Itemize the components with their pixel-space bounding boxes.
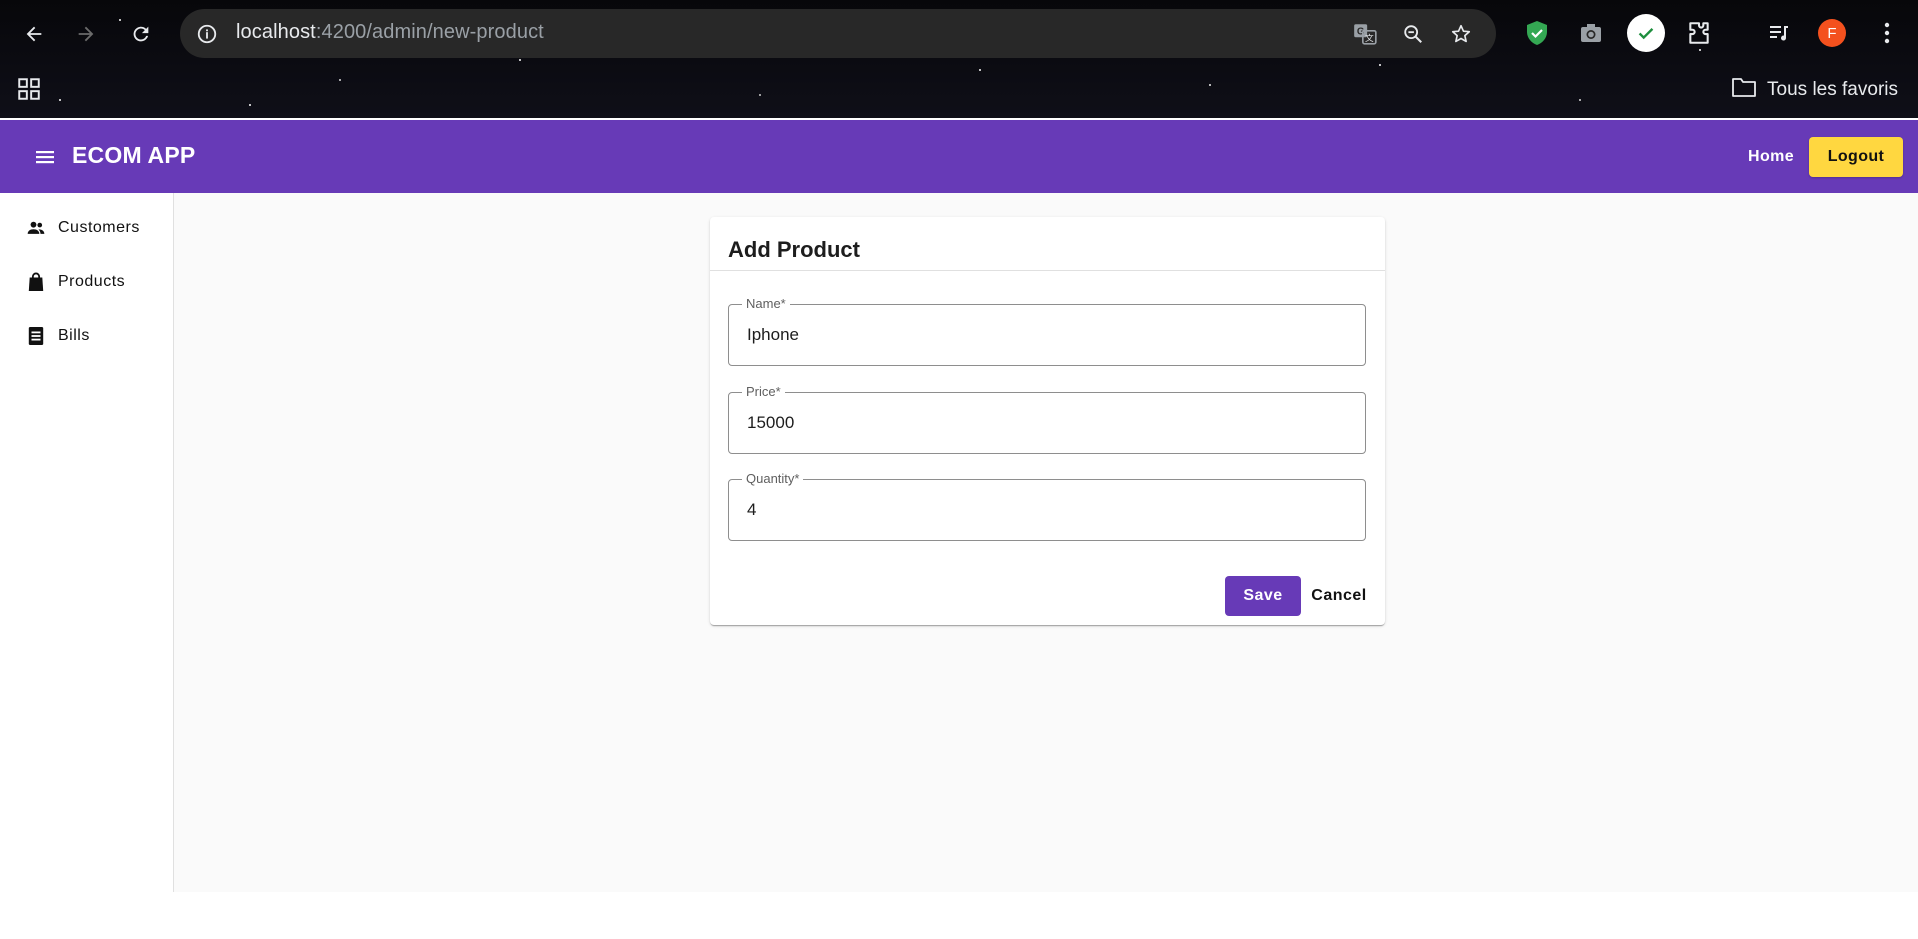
kebab-menu-icon[interactable] (1872, 18, 1902, 48)
quantity-field[interactable]: Quantity* (728, 471, 1366, 541)
menu-icon[interactable] (30, 142, 60, 172)
camera-extension-icon[interactable] (1576, 18, 1606, 48)
zoom-out-icon[interactable] (1398, 19, 1428, 49)
shopping-bag-icon (26, 272, 46, 292)
folder-icon (1731, 76, 1757, 104)
shield-extension-icon[interactable] (1522, 18, 1552, 48)
name-input[interactable] (747, 325, 1347, 345)
star-icon[interactable] (1446, 19, 1476, 49)
price-input[interactable] (747, 413, 1347, 433)
puzzle-extensions-icon[interactable] (1684, 18, 1714, 48)
bookmarks-label: Tous les favoris (1767, 79, 1898, 100)
profile-avatar[interactable]: F (1818, 19, 1846, 47)
price-field-label: Price* (742, 384, 785, 399)
sidebar-item-label: Products (58, 273, 126, 290)
back-icon[interactable] (16, 16, 52, 52)
name-field-label: Name* (742, 296, 790, 311)
card-title: Add Product (728, 237, 860, 262)
site-info-icon[interactable] (194, 21, 220, 47)
browser-chrome: localhost:4200/admin/new-product G文 F To… (0, 0, 1918, 118)
add-product-card: Add Product Name* Price* Quantity* Save … (710, 217, 1385, 625)
sidebar-item-customers[interactable]: Customers (26, 213, 140, 243)
card-divider (710, 270, 1385, 271)
home-button[interactable]: Home (1736, 138, 1806, 176)
price-field[interactable]: Price* (728, 384, 1366, 454)
save-button[interactable]: Save (1225, 576, 1301, 616)
cancel-button[interactable]: Cancel (1308, 576, 1370, 616)
forward-icon[interactable] (68, 16, 104, 52)
page-bottom-area (0, 892, 1918, 939)
app-title: ECOM APP (72, 142, 196, 168)
translate-icon[interactable]: G文 (1350, 19, 1380, 49)
app-toolbar: ECOM APP Home Logout (0, 120, 1918, 193)
people-icon (26, 218, 46, 238)
sidebar-item-bills[interactable]: Bills (26, 321, 90, 351)
media-queue-icon[interactable] (1764, 18, 1794, 48)
reload-icon[interactable] (123, 16, 159, 52)
sidebar-item-products[interactable]: Products (26, 267, 125, 297)
receipt-icon (26, 326, 46, 346)
quantity-input[interactable] (747, 500, 1347, 520)
logout-button[interactable]: Logout (1809, 137, 1903, 177)
svg-text:文: 文 (1365, 32, 1374, 44)
address-bar[interactable]: localhost:4200/admin/new-product G文 (180, 9, 1496, 58)
all-bookmarks[interactable]: Tous les favoris (1731, 76, 1898, 104)
sidebar: Customers Products Bills (0, 193, 174, 892)
quantity-field-label: Quantity* (742, 471, 804, 486)
sidebar-item-label: Customers (58, 219, 140, 236)
url-text[interactable]: localhost:4200/admin/new-product (236, 21, 544, 44)
name-field[interactable]: Name* (728, 296, 1366, 366)
sidebar-item-label: Bills (58, 327, 90, 344)
apps-grid-icon[interactable] (16, 76, 42, 102)
check-extension-icon[interactable] (1627, 14, 1665, 52)
profile-initial: F (1827, 24, 1837, 42)
